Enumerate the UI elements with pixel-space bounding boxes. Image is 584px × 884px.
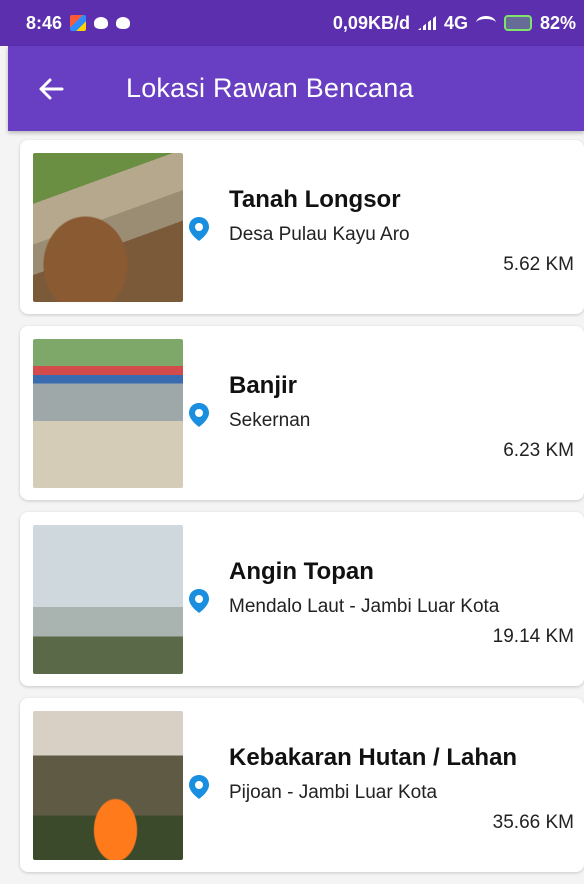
- notification-cat-icon-2: [116, 17, 131, 29]
- forest-fire-photo: [33, 711, 183, 860]
- item-location: Sekernan: [229, 410, 311, 431]
- flood-photo: [33, 339, 183, 488]
- page-title: Lokasi Rawan Bencana: [126, 73, 414, 103]
- status-bar: 8:46 0,09KB/d 4G 82%: [0, 0, 584, 46]
- landslide-photo: [33, 153, 183, 302]
- item-title: Tanah Longsor: [229, 186, 401, 213]
- item-location: Desa Pulau Kayu Aro: [229, 224, 410, 245]
- battery-level: 82%: [539, 12, 576, 33]
- item-location: Pijoan - Jambi Luar Kota: [229, 782, 438, 803]
- storm-photo: [33, 525, 183, 674]
- disaster-list: Tanah Longsor Desa Pulau Kayu Aro 5.62 K…: [20, 140, 584, 884]
- notification-cat-icon: [94, 17, 109, 29]
- list-item[interactable]: Angin Topan Mendalo Laut - Jambi Luar Ko…: [20, 512, 584, 686]
- network-type: 4G: [443, 12, 468, 33]
- location-pin-icon: [189, 403, 209, 427]
- item-distance: 6.23 KM: [503, 440, 574, 461]
- signal-icon: [417, 16, 436, 30]
- status-right: 0,09KB/d 4G 82%: [333, 13, 576, 34]
- item-title: Banjir: [229, 372, 298, 399]
- list-item[interactable]: Tanah Longsor Desa Pulau Kayu Aro 5.62 K…: [20, 140, 584, 314]
- battery-icon: [503, 15, 532, 31]
- list-item[interactable]: Kebakaran Hutan / Lahan Pijoan - Jambi L…: [20, 698, 584, 872]
- status-time: 8:46: [26, 12, 63, 33]
- item-distance: 5.62 KM: [503, 254, 574, 275]
- wifi-icon: [475, 16, 496, 30]
- notification-app-icon: [70, 15, 87, 31]
- arrow-left-icon: [39, 78, 64, 99]
- network-speed: 0,09KB/d: [332, 12, 410, 33]
- back-button[interactable]: [21, 59, 81, 119]
- location-pin-icon: [189, 589, 209, 613]
- item-distance: 19.14 KM: [492, 626, 574, 647]
- list-item[interactable]: Banjir Sekernan 6.23 KM: [20, 326, 584, 500]
- item-title: Angin Topan: [229, 558, 374, 585]
- item-title: Kebakaran Hutan / Lahan: [229, 744, 518, 771]
- status-left: 8:46: [26, 12, 131, 34]
- item-distance: 35.66 KM: [492, 812, 574, 833]
- item-location: Mendalo Laut - Jambi Luar Kota: [229, 596, 500, 617]
- app-bar: Lokasi Rawan Bencana: [8, 46, 584, 131]
- location-pin-icon: [189, 775, 209, 799]
- location-pin-icon: [189, 217, 209, 241]
